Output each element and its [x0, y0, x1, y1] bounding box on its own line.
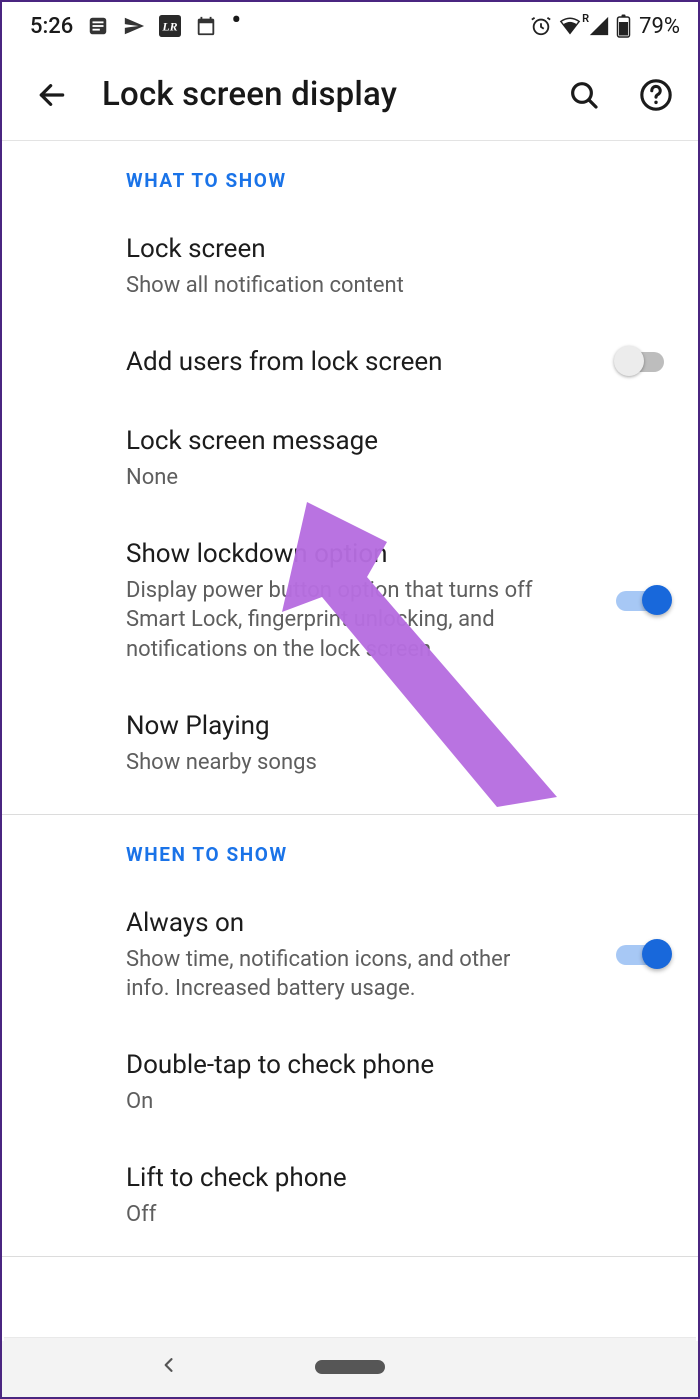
message-icon — [87, 15, 109, 37]
battery-percent: 79% — [639, 14, 680, 39]
item-double-tap[interactable]: Double-tap to check phone On — [2, 1026, 698, 1139]
wifi-icon: R — [558, 15, 582, 37]
item-subtitle: Show time, notification icons, and other… — [126, 945, 556, 1004]
item-always-on[interactable]: Always on Show time, notification icons,… — [2, 884, 698, 1026]
item-subtitle: Display power button option that turns o… — [126, 576, 556, 665]
status-left: 5:26 LR • — [30, 14, 241, 39]
item-title: Always on — [126, 906, 600, 941]
item-title: Lift to check phone — [126, 1161, 670, 1196]
item-subtitle: None — [126, 463, 556, 493]
calendar-icon — [195, 15, 217, 37]
section-what-to-show: WHAT TO SHOW Lock screen Show all notifi… — [2, 141, 698, 800]
item-now-playing[interactable]: Now Playing Show nearby songs — [2, 687, 698, 800]
chevron-left-icon — [159, 1355, 179, 1375]
search-icon — [568, 79, 600, 111]
help-icon — [639, 78, 673, 112]
toggle-always-on[interactable] — [616, 939, 670, 971]
help-button[interactable] — [634, 73, 678, 117]
item-subtitle: Off — [126, 1200, 556, 1230]
item-subtitle: Show nearby songs — [126, 748, 556, 778]
item-subtitle: On — [126, 1087, 556, 1117]
nav-home-pill[interactable] — [315, 1360, 385, 1374]
section-header-when-to-show: WHEN TO SHOW — [2, 815, 698, 884]
back-button[interactable] — [30, 73, 74, 117]
alarm-icon — [530, 15, 552, 37]
toggle-add-users[interactable] — [616, 346, 670, 378]
svg-text:LR: LR — [162, 20, 178, 34]
app-bar: Lock screen display — [2, 50, 698, 140]
nav-back-button[interactable] — [159, 1355, 179, 1379]
page-title: Lock screen display — [102, 75, 534, 114]
item-lift-to-check[interactable]: Lift to check phone Off — [2, 1139, 698, 1252]
item-title: Now Playing — [126, 709, 670, 744]
item-show-lockdown[interactable]: Show lockdown option Display power butto… — [2, 515, 698, 687]
item-title: Lock screen — [126, 232, 670, 267]
cell-signal-icon — [588, 15, 610, 37]
item-title: Show lockdown option — [126, 537, 600, 572]
status-time: 5:26 — [30, 14, 73, 39]
item-lock-screen-message[interactable]: Lock screen message None — [2, 402, 698, 515]
item-title: Lock screen message — [126, 424, 670, 459]
battery-icon — [616, 14, 631, 38]
item-lock-screen[interactable]: Lock screen Show all notification conten… — [2, 210, 698, 323]
roaming-badge: R — [582, 12, 589, 25]
system-nav-bar — [4, 1337, 696, 1395]
status-bar: 5:26 LR • R — [2, 2, 698, 50]
section-header-what-to-show: WHAT TO SHOW — [2, 141, 698, 210]
section-when-to-show: WHEN TO SHOW Always on Show time, notifi… — [2, 815, 698, 1252]
status-right: R 79% — [530, 14, 680, 39]
item-title: Add users from lock screen — [126, 345, 600, 380]
arrow-left-icon — [36, 79, 68, 111]
item-title: Double-tap to check phone — [126, 1048, 670, 1083]
toggle-show-lockdown[interactable] — [616, 585, 670, 617]
item-subtitle: Show all notification content — [126, 271, 556, 301]
lr-app-icon: LR — [159, 15, 181, 37]
screen: 5:26 LR • R — [2, 2, 698, 1341]
bottom-divider — [2, 1256, 698, 1257]
search-button[interactable] — [562, 73, 606, 117]
item-add-users[interactable]: Add users from lock screen — [2, 323, 698, 402]
send-icon — [123, 15, 145, 37]
